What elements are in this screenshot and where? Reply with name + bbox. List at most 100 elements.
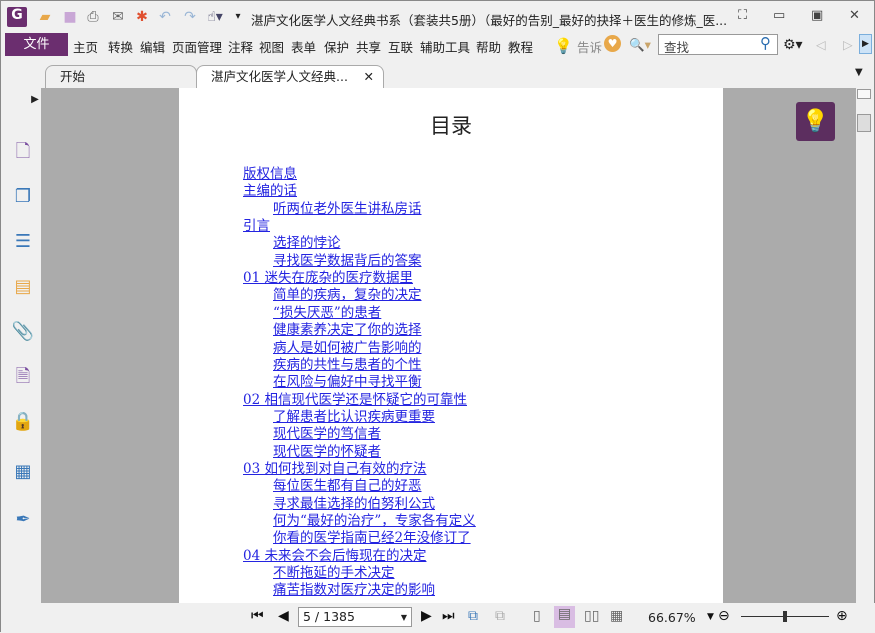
toc-link[interactable]: 听两位老外医生讲私房话 <box>273 201 422 218</box>
chevron-down-icon[interactable]: ▼ <box>401 613 407 622</box>
hand-tool-icon[interactable]: ☝▾ <box>206 9 224 25</box>
facing-pages-icon[interactable]: ▯▯ <box>584 608 599 624</box>
previous-page-button[interactable]: ◀ <box>278 608 289 624</box>
redo-icon[interactable]: ↷ <box>181 9 199 25</box>
first-page-button[interactable]: ⏮ <box>251 608 264 624</box>
certify-pen-icon[interactable]: ✒ <box>11 508 35 532</box>
zoom-level[interactable]: 66.67% <box>648 610 696 625</box>
toc-link[interactable]: 痛苦指数对医疗决定的影响 <box>273 582 435 599</box>
toc-link[interactable]: 03 如何找到对自己有效的疗法 <box>243 461 426 478</box>
continuous-page-icon[interactable]: ▤ <box>554 606 575 628</box>
email-icon[interactable]: ✉ <box>109 9 127 25</box>
toc-link[interactable]: “损失厌恶”的患者 <box>273 305 381 322</box>
continuous-facing-icon[interactable]: ▦ <box>610 608 623 624</box>
zoom-out-button[interactable]: ⊖ <box>718 608 730 624</box>
form-fields-icon[interactable]: ▦ <box>11 460 35 484</box>
fullscreen-icon[interactable]: ⛶ <box>738 8 747 23</box>
toc-link[interactable]: 病人是如何被广告影响的 <box>273 340 422 357</box>
security-lock-icon[interactable]: 🔒 <box>11 410 35 434</box>
toc-link[interactable]: 01 迷失在庞杂的医疗数据里 <box>243 270 413 287</box>
menu-item[interactable]: 互联 <box>388 37 413 56</box>
toc-link[interactable]: 在风险与偏好中寻找平衡 <box>273 374 422 391</box>
toc-link[interactable]: 何为“最好的治疗”，专家各有定义 <box>273 513 476 530</box>
previous-view-icon[interactable]: ⧉ <box>468 608 478 624</box>
menu-item[interactable]: 转换 <box>108 37 133 56</box>
new-document-icon[interactable]: ✱ <box>133 9 151 25</box>
menu-item[interactable]: 保护 <box>324 37 349 56</box>
close-tab-icon[interactable]: ✕ <box>364 66 374 88</box>
toc-link[interactable]: 引言 <box>243 218 270 235</box>
next-view-icon[interactable]: ⧉ <box>495 608 505 624</box>
scrollbar-thumb[interactable] <box>857 114 871 132</box>
title-bar: G ▰ ■ ⎙ ✉ ✱ ↶ ↷ ☝▾ ▾ 湛庐文化医学人文经典书系（套装共5册）… <box>1 1 875 33</box>
ribbon-scroll-right-button[interactable]: ▶ <box>859 34 872 54</box>
tab-document[interactable]: 湛庐文化医学人文经典... ✕ <box>196 65 384 89</box>
toc-link[interactable]: 健康素养决定了你的选择 <box>273 322 422 339</box>
last-page-button[interactable]: ⏭ <box>442 608 455 624</box>
tab-label: 湛庐文化医学人文经典... <box>211 69 348 84</box>
toc-link[interactable]: 你看的医学指南已经2年没修订了 <box>273 530 471 547</box>
zoom-slider-thumb[interactable] <box>783 611 787 622</box>
document-viewer[interactable]: 目录 版权信息 主编的话 听两位老外医生讲私房话 引言 选择的悖论 寻找医学数据背后的答案… <box>41 88 856 603</box>
menu-item[interactable]: 共享 <box>356 37 381 56</box>
menu-item[interactable]: 视图 <box>259 37 284 56</box>
toc-link[interactable]: 现代医学的笃信者 <box>273 426 381 443</box>
menu-item[interactable]: 辅助工具 <box>420 37 470 56</box>
page-number-input[interactable]: 5 / 1385 ▼ <box>298 607 412 627</box>
comments-icon[interactable]: ▤ <box>11 275 35 299</box>
window-title: 湛庐文化医学人文经典书系（套装共5册）（最好的告别_最好的抉择＋医生的修炼_医.… <box>251 13 728 28</box>
next-view-icon[interactable]: ▷ <box>843 37 853 52</box>
zoom-slider[interactable] <box>741 611 829 622</box>
maximize-button[interactable]: ▣ <box>811 8 823 23</box>
print-icon[interactable]: ⎙ <box>84 9 102 25</box>
bookmarks-icon[interactable]: 🗋 <box>11 140 35 164</box>
save-icon[interactable]: ■ <box>61 9 79 25</box>
minimize-button[interactable]: ▭ <box>773 8 785 23</box>
feedback-heart-icon[interactable]: ♥ <box>604 35 621 52</box>
zoom-in-button[interactable]: ⊕ <box>836 608 848 624</box>
toc-link[interactable]: 04 未来会不会后悔现在的决定 <box>243 548 426 565</box>
next-page-button[interactable]: ▶ <box>421 608 432 624</box>
toc-link[interactable]: 每位医生都有自己的好恶 <box>273 478 422 495</box>
previous-view-icon[interactable]: ◁ <box>816 37 826 52</box>
toc-link[interactable]: 简单的疾病，复杂的决定 <box>273 287 422 304</box>
undo-icon[interactable]: ↶ <box>156 9 174 25</box>
toc-link[interactable]: 选择的悖论 <box>273 235 341 252</box>
tab-list-dropdown-icon[interactable]: ▼ <box>855 67 863 78</box>
tips-lightbulb-button[interactable]: 💡 <box>796 102 835 141</box>
single-page-icon[interactable]: ▯ <box>533 608 541 624</box>
toc-link[interactable]: 现代医学的怀疑者 <box>273 444 381 461</box>
signatures-icon[interactable]: 🗎 <box>11 365 35 389</box>
settings-gear-icon[interactable]: ⚙▾ <box>783 37 803 53</box>
tab-start[interactable]: 开始 <box>45 65 197 89</box>
vertical-scrollbar[interactable] <box>856 88 872 603</box>
toc-link[interactable]: 了解患者比认识疾病更重要 <box>273 409 435 426</box>
close-button[interactable]: ✕ <box>849 8 860 23</box>
search-icon[interactable]: ⚲ <box>760 34 771 52</box>
open-folder-icon[interactable]: ▰ <box>36 9 54 25</box>
attachments-icon[interactable]: 📎 <box>11 320 35 344</box>
menu-item[interactable]: 帮助 <box>476 37 501 56</box>
zoom-dropdown-icon[interactable]: ▼ <box>707 612 714 622</box>
toc-link[interactable]: 寻找医学数据背后的答案 <box>273 253 422 270</box>
layers-icon[interactable]: ☰ <box>11 230 35 254</box>
toc-link[interactable]: 02 相信现代医学还是怀疑它的可靠性 <box>243 392 467 409</box>
menu-item[interactable]: 教程 <box>508 37 533 56</box>
file-menu-button[interactable]: 文件 <box>5 33 68 56</box>
lightbulb-icon[interactable]: 💡 <box>554 37 573 55</box>
tell-me-input[interactable]: 告诉 <box>577 37 602 56</box>
menu-item[interactable]: 页面管理 <box>172 37 222 56</box>
menu-item[interactable]: 注释 <box>228 37 253 56</box>
toc-link[interactable]: 寻求最佳选择的伯努利公式 <box>273 496 435 513</box>
pages-thumbnails-icon[interactable]: ❐ <box>11 185 35 209</box>
toc-link[interactable]: 不断拖延的手术决定 <box>273 565 395 582</box>
menu-item[interactable]: 编辑 <box>140 37 165 56</box>
menu-item[interactable]: 主页 <box>73 37 98 56</box>
customize-toolbar-icon[interactable]: ▾ <box>229 9 247 25</box>
scroll-up-button[interactable] <box>857 89 871 99</box>
toc-link[interactable]: 版权信息 <box>243 166 297 183</box>
toc-link[interactable]: 疾病的共性与患者的个性 <box>273 357 422 374</box>
find-folder-icon[interactable]: 🔍▾ <box>629 37 651 53</box>
menu-item[interactable]: 表单 <box>291 37 316 56</box>
toc-link[interactable]: 主编的话 <box>243 183 297 200</box>
